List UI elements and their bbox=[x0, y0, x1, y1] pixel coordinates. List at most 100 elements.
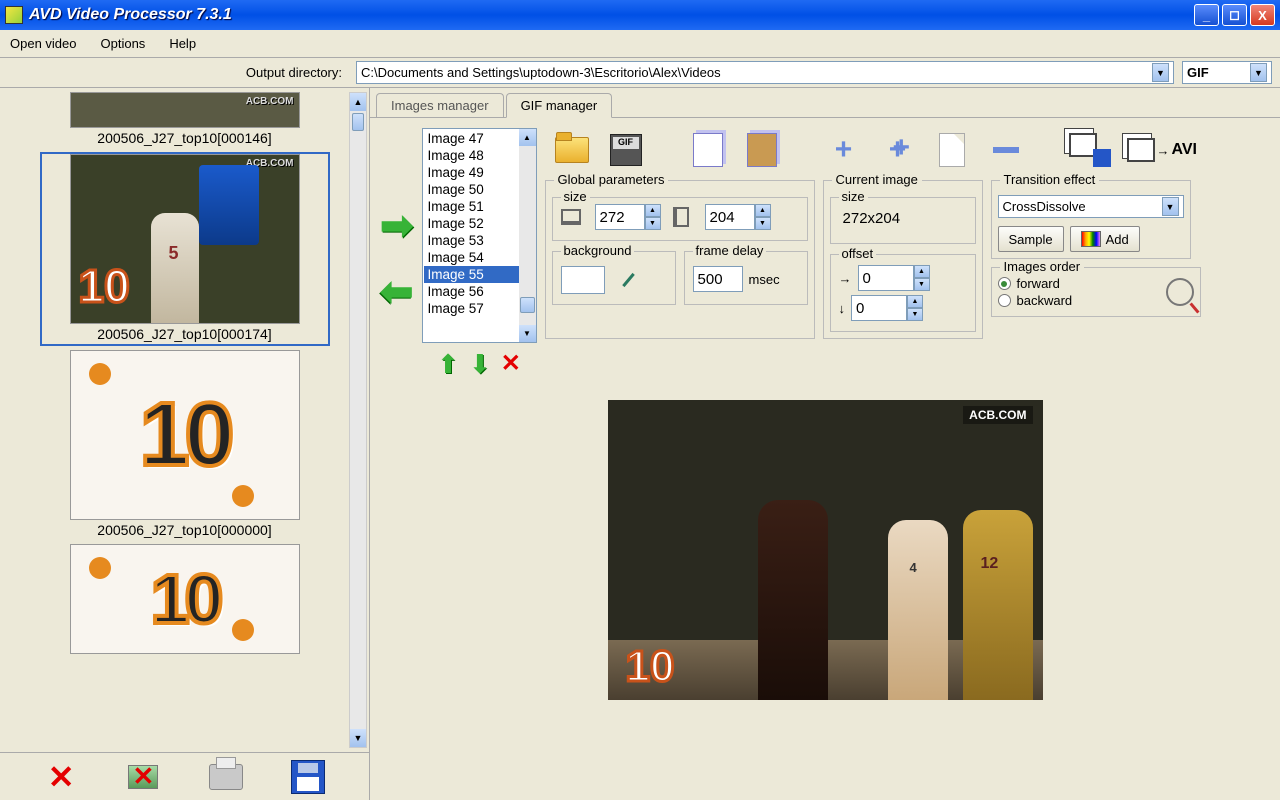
eyedropper-icon[interactable] bbox=[619, 270, 639, 290]
output-row: Output directory: C:\Documents and Setti… bbox=[0, 58, 1280, 88]
width-input[interactable] bbox=[595, 204, 645, 230]
offset-x-input[interactable] bbox=[858, 265, 914, 291]
thumbnail-item[interactable]: 10 bbox=[40, 544, 330, 654]
background-label: background bbox=[561, 243, 635, 258]
save-all-icon[interactable]: → bbox=[1069, 133, 1111, 167]
paste-icon[interactable] bbox=[743, 131, 781, 169]
gif-toolbar: + + → →AVI bbox=[545, 128, 1270, 172]
output-format: GIF bbox=[1187, 65, 1209, 80]
app-icon bbox=[5, 6, 23, 24]
image-listbox[interactable]: Image 47Image 48Image 49Image 50Image 51… bbox=[422, 128, 537, 343]
output-format-combo[interactable]: GIF ▼ bbox=[1182, 61, 1272, 84]
copy-icon[interactable] bbox=[689, 131, 727, 169]
watermark-label: ACB.COM bbox=[963, 406, 1032, 424]
current-dimensions: 272x204 bbox=[839, 204, 967, 233]
offset-x-spinner[interactable]: ▲▼ bbox=[858, 265, 930, 291]
scrollbar[interactable]: ▲ ▼ bbox=[349, 92, 367, 748]
order-forward-radio[interactable]: forward bbox=[998, 276, 1156, 291]
remove-icon[interactable]: ✕ bbox=[501, 349, 521, 380]
move-up-icon[interactable]: ⬆ bbox=[437, 349, 459, 380]
chevron-down-icon[interactable]: ▼ bbox=[1250, 63, 1267, 82]
scroll-thumb[interactable] bbox=[352, 113, 364, 131]
scroll-down-icon[interactable]: ▼ bbox=[350, 729, 366, 747]
size-label: size bbox=[561, 189, 590, 204]
open-folder-icon[interactable] bbox=[553, 131, 591, 169]
arrow-left-icon[interactable]: ➡ bbox=[380, 269, 414, 315]
background-swatch[interactable] bbox=[561, 266, 605, 294]
frame-delay-label: frame delay bbox=[693, 243, 767, 258]
frame-delay-input[interactable] bbox=[693, 266, 743, 292]
save-button[interactable] bbox=[286, 756, 330, 798]
titlebar: AVD Video Processor 7.3.1 _ ◻ X bbox=[0, 0, 1280, 30]
width-icon bbox=[561, 209, 581, 225]
chevron-down-icon[interactable]: ▼ bbox=[1162, 197, 1179, 216]
transition-value: CrossDissolve bbox=[1003, 199, 1086, 214]
list-scrollbar[interactable]: ▲ ▼ bbox=[519, 129, 536, 342]
rainbow-icon bbox=[1081, 231, 1101, 247]
left-toolbar: ✕ ✕ bbox=[0, 752, 369, 800]
height-icon bbox=[673, 207, 689, 227]
print-button[interactable] bbox=[204, 756, 248, 798]
forward-label: forward bbox=[1017, 276, 1060, 291]
group-label: Current image bbox=[832, 172, 922, 187]
tab-images-manager[interactable]: Images manager bbox=[376, 93, 504, 117]
magnify-icon[interactable] bbox=[1166, 278, 1194, 306]
scroll-down-icon[interactable]: ▼ bbox=[519, 325, 536, 342]
transition-combo[interactable]: CrossDissolve ▼ bbox=[998, 195, 1184, 218]
thumbnail-caption: 200506_J27_top10[000174] bbox=[42, 324, 328, 344]
sample-button[interactable]: Sample bbox=[998, 226, 1064, 252]
minimize-button[interactable]: _ bbox=[1194, 4, 1219, 26]
menu-help[interactable]: Help bbox=[169, 36, 196, 51]
menu-open-video[interactable]: Open video bbox=[10, 36, 77, 51]
current-image-group: Current image size 272x204 offset → ▲▼ bbox=[823, 180, 983, 339]
avi-label: AVI bbox=[1172, 141, 1197, 159]
images-order-group: Images order forward backward bbox=[991, 267, 1201, 317]
group-label: Transition effect bbox=[1000, 172, 1100, 187]
remove-frame-icon[interactable] bbox=[987, 131, 1025, 169]
tabs: Images manager GIF manager bbox=[370, 88, 1280, 118]
thumbnail-item-selected[interactable]: ACB.COM10 200506_J27_top10[000174] bbox=[40, 152, 330, 346]
export-avi-icon[interactable]: →AVI bbox=[1127, 131, 1197, 169]
right-pane: Images manager GIF manager ➡ ➡ Image 47I… bbox=[370, 88, 1280, 800]
preview-area: 10 ACB.COM bbox=[380, 388, 1270, 790]
preview-image: 10 ACB.COM bbox=[608, 400, 1043, 700]
add-transition-button[interactable]: Add bbox=[1070, 226, 1140, 252]
image-list-panel: Image 47Image 48Image 49Image 50Image 51… bbox=[422, 128, 537, 380]
save-gif-icon[interactable] bbox=[607, 131, 645, 169]
height-spinner[interactable]: ▲▼ bbox=[705, 204, 771, 230]
offset-x-icon: → bbox=[839, 271, 852, 286]
size-label: size bbox=[839, 189, 868, 204]
offset-y-input[interactable] bbox=[851, 295, 907, 321]
move-down-icon[interactable]: ⬇ bbox=[469, 349, 491, 380]
delete-button[interactable]: ✕ bbox=[39, 756, 83, 798]
new-icon[interactable] bbox=[933, 131, 971, 169]
thumbnail-item[interactable]: 10 200506_J27_top10[000000] bbox=[40, 350, 330, 540]
group-label: Images order bbox=[1000, 259, 1085, 274]
thumbnail-item[interactable]: ACB.COM 200506_J27_top10[000146] bbox=[40, 92, 330, 148]
output-path: C:\Documents and Settings\uptodown-3\Esc… bbox=[361, 65, 721, 80]
offset-y-icon: ↓ bbox=[839, 301, 846, 316]
tab-gif-manager[interactable]: GIF manager bbox=[506, 93, 613, 118]
offset-y-spinner[interactable]: ▲▼ bbox=[851, 295, 923, 321]
width-spinner[interactable]: ▲▼ bbox=[595, 204, 661, 230]
menu-options[interactable]: Options bbox=[101, 36, 146, 51]
order-backward-radio[interactable]: backward bbox=[998, 293, 1156, 308]
maximize-button[interactable]: ◻ bbox=[1222, 4, 1247, 26]
scroll-thumb[interactable] bbox=[520, 297, 535, 313]
height-input[interactable] bbox=[705, 204, 755, 230]
add-frame-icon[interactable]: + bbox=[825, 131, 863, 169]
arrow-right-icon[interactable]: ➡ bbox=[380, 203, 414, 249]
delete-image-button[interactable]: ✕ bbox=[121, 756, 165, 798]
close-button[interactable]: X bbox=[1250, 4, 1275, 26]
scroll-up-icon[interactable]: ▲ bbox=[350, 93, 366, 111]
thumbnail-caption: 200506_J27_top10[000146] bbox=[40, 128, 330, 148]
output-directory-combo[interactable]: C:\Documents and Settings\uptodown-3\Esc… bbox=[356, 61, 1174, 84]
nav-arrows: ➡ ➡ bbox=[380, 128, 414, 380]
global-parameters-group: Global parameters size ▲▼ ▲▼ bbox=[545, 180, 815, 339]
add-multiple-icon[interactable]: + bbox=[879, 131, 917, 169]
backward-label: backward bbox=[1017, 293, 1073, 308]
chevron-down-icon[interactable]: ▼ bbox=[1152, 63, 1169, 82]
window-title: AVD Video Processor 7.3.1 bbox=[29, 6, 1194, 24]
offset-label: offset bbox=[839, 246, 877, 261]
scroll-up-icon[interactable]: ▲ bbox=[519, 129, 536, 146]
